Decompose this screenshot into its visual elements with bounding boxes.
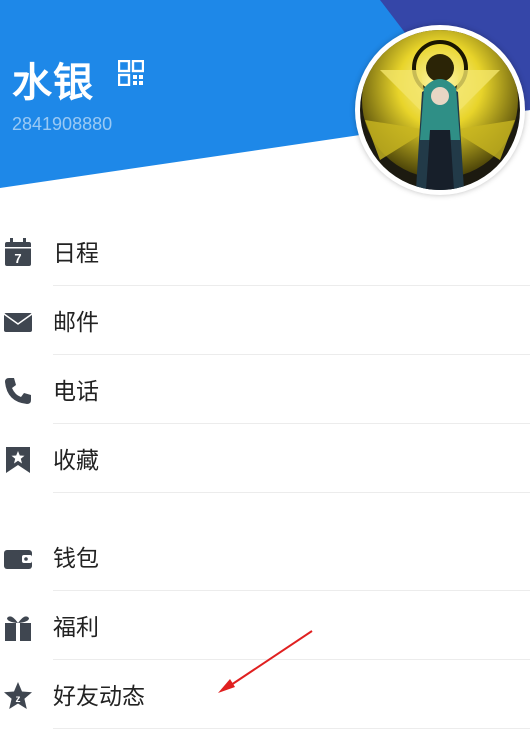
menu-item-label: 日程 (53, 241, 99, 267)
avatar[interactable] (355, 25, 525, 195)
calendar-icon: 7 (5, 238, 31, 266)
menu-item-phone[interactable]: 电话 (0, 355, 530, 424)
menu-item-wallet[interactable]: 钱包 (0, 522, 530, 591)
divider (53, 728, 530, 729)
gift-icon (5, 616, 31, 641)
phone-icon (5, 378, 31, 404)
user-name[interactable]: 水银 (12, 50, 94, 108)
mail-icon (3, 313, 33, 332)
wallet-icon (4, 550, 32, 569)
svg-text:z: z (16, 694, 21, 705)
qr-code-icon[interactable] (118, 60, 144, 86)
avatar-image (360, 30, 520, 190)
svg-text:7: 7 (14, 251, 21, 266)
menu-item-label: 钱包 (53, 546, 99, 572)
qzone-star-icon: z (4, 682, 32, 709)
user-id: 2841908880 (12, 114, 113, 134)
annotation-arrow (218, 630, 313, 693)
favorites-icon (6, 447, 30, 473)
menu-item-favorites[interactable]: 收藏 (0, 424, 530, 493)
menu-item-schedule[interactable]: 7 日程 (0, 217, 530, 286)
menu-item-label: 福利 (53, 615, 99, 641)
menu-item-label: 好友动态 (53, 684, 145, 710)
menu-item-label: 收藏 (53, 448, 99, 474)
menu-item-mail[interactable]: 邮件 (0, 286, 530, 355)
menu-item-label: 电话 (53, 379, 99, 405)
menu-item-label: 邮件 (53, 310, 99, 336)
divider (53, 492, 530, 493)
